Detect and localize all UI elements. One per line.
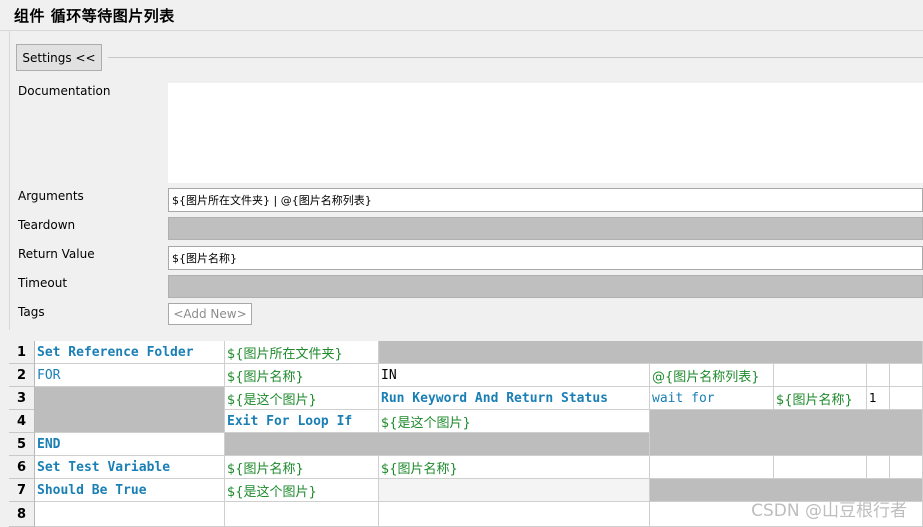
grid-cell[interactable] (774, 364, 867, 387)
grid-cell[interactable]: IN (379, 364, 650, 387)
title-divider (0, 30, 923, 31)
row-header[interactable]: 1 (9, 341, 35, 364)
grid-cell[interactable]: Exit For Loop If (225, 410, 379, 433)
arguments-label: Arguments (18, 189, 84, 203)
teardown-label: Teardown (18, 218, 76, 232)
grid-cell[interactable] (225, 502, 379, 527)
teardown-field[interactable] (168, 217, 923, 240)
row-header[interactable]: 5 (9, 433, 35, 456)
grid-cell[interactable] (650, 456, 774, 479)
documentation-editor[interactable] (168, 83, 923, 183)
grid-cell[interactable] (379, 479, 650, 502)
grid-cell[interactable]: @{图片名称列表} (650, 364, 774, 387)
left-border (9, 30, 10, 330)
row-header[interactable]: 6 (9, 456, 35, 479)
grid-cell[interactable]: wait for (650, 387, 774, 410)
timeout-label: Timeout (18, 276, 68, 290)
settings-divider (108, 57, 923, 58)
grid-cell[interactable]: ${图片名称} (225, 364, 379, 387)
watermark: CSDN @山豆根行者 (751, 501, 907, 521)
tags-label: Tags (18, 305, 45, 319)
row-header[interactable]: 3 (9, 387, 35, 410)
settings-toggle-button[interactable]: Settings << (16, 44, 102, 71)
arguments-field[interactable]: ${图片所在文件夹} | @{图片名称列表} (168, 188, 923, 212)
grid-cell[interactable] (890, 364, 923, 387)
page-title: 组件 循环等待图片列表 (14, 7, 175, 25)
grid-cell[interactable] (890, 456, 923, 479)
grid-cell[interactable] (35, 502, 225, 527)
grid-cell[interactable]: ${图片名称} (379, 456, 650, 479)
timeout-field[interactable] (168, 275, 923, 298)
grid-cell[interactable]: ${是这个图片} (379, 410, 650, 433)
grid-cell[interactable]: FOR (35, 364, 225, 387)
grid-cell[interactable] (379, 502, 650, 527)
grid-cell[interactable] (867, 456, 890, 479)
grid-cell[interactable]: ${图片名称} (774, 387, 867, 410)
documentation-label: Documentation (18, 84, 111, 98)
grid-cell[interactable]: Should Be True (35, 479, 225, 502)
add-new-tag-button[interactable]: <Add New> (168, 303, 252, 325)
grid-cell[interactable]: Set Test Variable (35, 456, 225, 479)
grid-cell-disabled (379, 341, 923, 364)
grid-cell[interactable]: ${是这个图片} (225, 479, 379, 502)
row-header[interactable]: 8 (9, 502, 35, 527)
row-header[interactable]: 7 (9, 479, 35, 502)
grid-cell[interactable]: ${图片所在文件夹} (225, 341, 379, 364)
grid-cell[interactable]: Set Reference Folder (35, 341, 225, 364)
row-header[interactable]: 4 (9, 410, 35, 433)
grid-cell-disabled (650, 410, 923, 456)
grid-cell[interactable]: ${图片名称} (225, 456, 379, 479)
row-header[interactable]: 2 (9, 364, 35, 387)
grid-cell[interactable] (774, 456, 867, 479)
grid-cell[interactable] (890, 387, 923, 410)
return-value-label: Return Value (18, 247, 95, 261)
return-value-field[interactable]: ${图片名称} (168, 246, 923, 270)
grid-cell[interactable]: Run Keyword And Return Status (379, 387, 650, 410)
grid-cell[interactable] (867, 364, 890, 387)
grid-cell[interactable]: ${是这个图片} (225, 387, 379, 410)
grid-cell-disabled (35, 387, 225, 433)
grid-cell[interactable]: END (35, 433, 225, 456)
grid-cell[interactable]: 1 (867, 387, 890, 410)
grid-cell-disabled (225, 433, 650, 456)
